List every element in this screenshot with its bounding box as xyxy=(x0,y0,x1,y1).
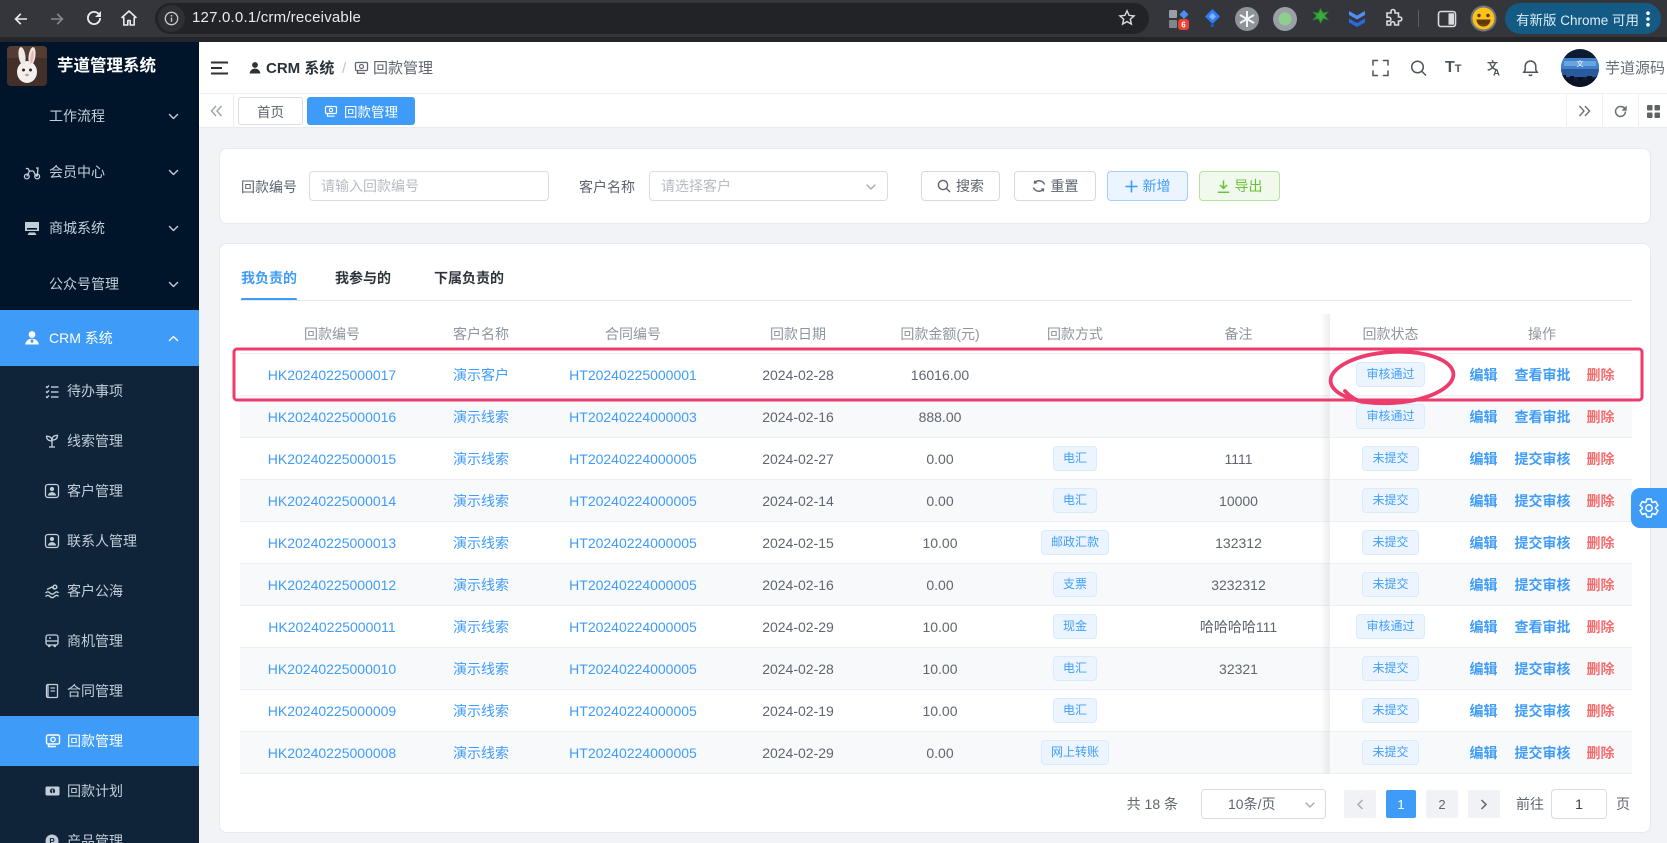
svg-text:6: 6 xyxy=(1181,21,1186,30)
svg-text:1: 1 xyxy=(51,789,54,795)
svg-text:文: 文 xyxy=(1577,59,1584,68)
svg-text:A: A xyxy=(1493,67,1500,76)
svg-text:P: P xyxy=(49,837,55,843)
